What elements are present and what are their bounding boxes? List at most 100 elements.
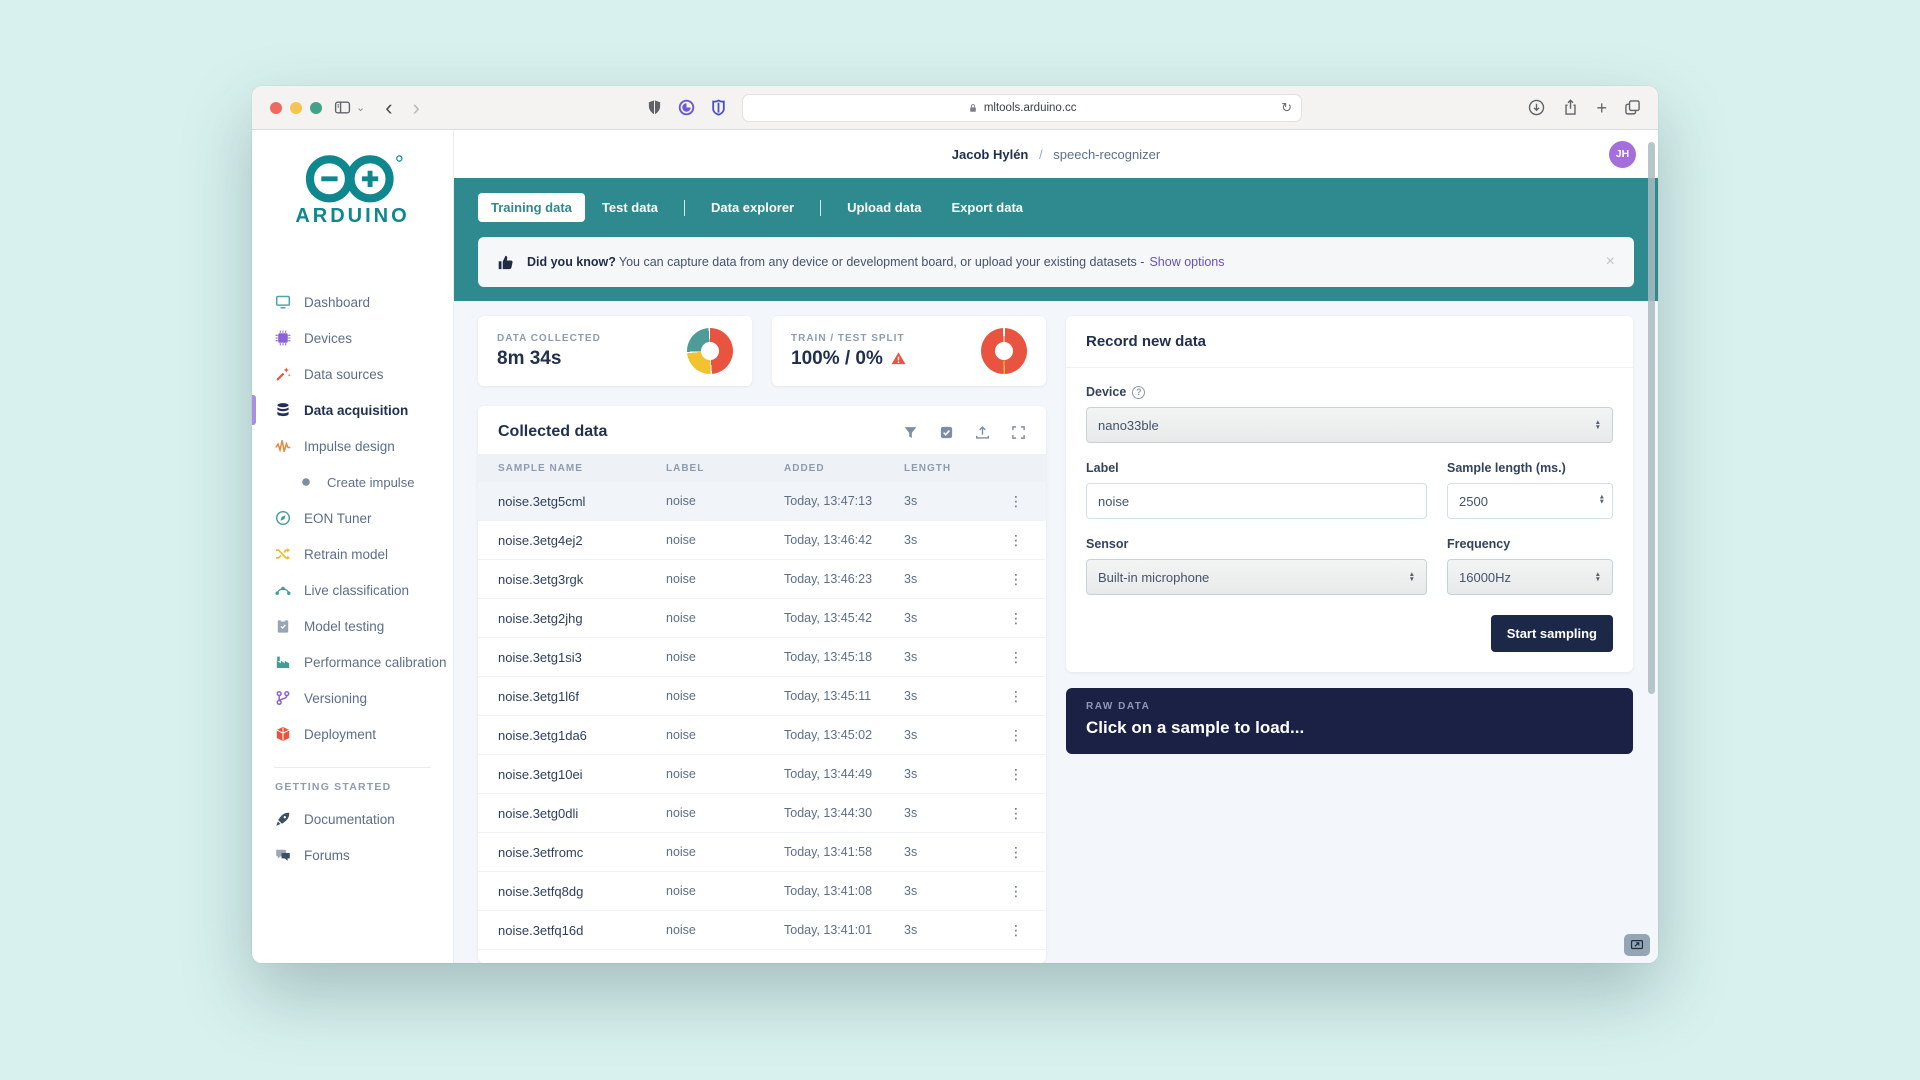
extension-blocker-icon[interactable] [678, 99, 695, 116]
table-row[interactable]: noise.3etg2jhg noise Today, 13:45:42 3s … [478, 599, 1046, 638]
sidebar-item-documentation[interactable]: Documentation [252, 801, 453, 837]
label-input[interactable] [1086, 483, 1427, 519]
sidebar-toggle-icon[interactable] [334, 99, 351, 116]
sidebar-item-live-classification[interactable]: Live classification [252, 572, 453, 608]
start-sampling-button[interactable]: Start sampling [1491, 615, 1613, 652]
privacy-shield-icon[interactable] [646, 99, 663, 116]
row-menu-icon[interactable]: ⋮ [1006, 727, 1026, 744]
row-menu-icon[interactable]: ⋮ [1006, 688, 1026, 705]
expand-icon[interactable] [1011, 425, 1026, 440]
compass-icon [275, 510, 291, 526]
table-row[interactable]: noise.3etg5cml noise Today, 13:47:13 3s … [478, 482, 1046, 521]
sidebar-item-create-impulse[interactable]: Create impulse [252, 464, 453, 500]
select-icon[interactable] [939, 425, 954, 440]
stats-row: DATA COLLECTED 8m 34s TRAIN / TEST SPLIT… [478, 316, 1046, 386]
feedback-widget-button[interactable] [1624, 934, 1650, 956]
sidebar-item-label: Performance calibration [304, 655, 447, 670]
lock-icon [968, 103, 978, 113]
sidebar-item-label: Data acquisition [304, 403, 408, 418]
sidebar-item-label: Live classification [304, 583, 409, 598]
table-row[interactable]: noise.3etg0dli noise Today, 13:44:30 3s … [478, 794, 1046, 833]
sensor-select[interactable]: Built-in microphone ▲▼ [1086, 559, 1427, 595]
sidebar-item-dashboard[interactable]: Dashboard [252, 284, 453, 320]
stat-card: DATA COLLECTED 8m 34s [478, 316, 752, 386]
row-menu-icon[interactable]: ⋮ [1006, 844, 1026, 861]
table-row[interactable]: noise.3etg1l6f noise Today, 13:45:11 3s … [478, 677, 1046, 716]
new-tab-icon[interactable]: + [1596, 99, 1607, 117]
table-row[interactable]: noise.3etg3rgk noise Today, 13:46:23 3s … [478, 560, 1046, 599]
sidebar-item-versioning[interactable]: Versioning [252, 680, 453, 716]
row-menu-icon[interactable]: ⋮ [1006, 805, 1026, 822]
getting-started-label: GETTING STARTED [252, 781, 453, 793]
downloads-icon[interactable] [1528, 99, 1545, 116]
table-row[interactable]: noise.3etfromc noise Today, 13:41:58 3s … [478, 833, 1046, 872]
cell-added: Today, 13:46:42 [784, 533, 904, 547]
cell-length: 3s [904, 923, 1000, 937]
share-icon[interactable] [1562, 99, 1579, 116]
cell-label: noise [666, 767, 784, 781]
sidebar-item-model-testing[interactable]: Model testing [252, 608, 453, 644]
sidebar-item-impulse-design[interactable]: Impulse design [252, 428, 453, 464]
device-select[interactable]: nano33ble ▲▼ [1086, 407, 1613, 443]
stepper-icon[interactable]: ▲▼ [1599, 494, 1605, 505]
sidebar-item-forums[interactable]: Forums [252, 837, 453, 873]
sidebar-item-performance-calibration[interactable]: Performance calibration [252, 644, 453, 680]
chevron-down-icon[interactable]: ⌄ [356, 101, 365, 114]
help-icon[interactable]: ? [1132, 386, 1145, 399]
row-menu-icon[interactable]: ⋮ [1006, 766, 1026, 783]
breadcrumb-user[interactable]: Jacob Hylén [952, 147, 1029, 162]
row-menu-icon[interactable]: ⋮ [1006, 649, 1026, 666]
sidebar-item-eon-tuner[interactable]: EON Tuner [252, 500, 453, 536]
row-menu-icon[interactable]: ⋮ [1006, 571, 1026, 588]
extension-shield-icon[interactable] [710, 99, 727, 116]
close-window-button[interactable] [270, 102, 282, 114]
tab-data-explorer[interactable]: Data explorer [698, 193, 807, 222]
arduino-logo[interactable]: ARDUINO [252, 152, 453, 228]
row-menu-icon[interactable]: ⋮ [1006, 610, 1026, 627]
breadcrumb-separator: / [1039, 147, 1043, 162]
tab-test-data[interactable]: Test data [589, 193, 671, 222]
avatar[interactable]: JH [1609, 141, 1636, 168]
tab-upload-data[interactable]: Upload data [834, 193, 934, 222]
tab-overview-icon[interactable] [1624, 99, 1641, 116]
tab-export-data[interactable]: Export data [939, 193, 1037, 222]
cell-added: Today, 13:46:23 [784, 572, 904, 586]
sidebar-item-label: Deployment [304, 727, 376, 742]
table-row[interactable]: noise.3etg1si3 noise Today, 13:45:18 3s … [478, 638, 1046, 677]
table-row[interactable]: noise.3etg1da6 noise Today, 13:45:02 3s … [478, 716, 1046, 755]
address-bar[interactable]: mltools.arduino.cc ↻ [742, 94, 1302, 122]
sidebar-item-data-sources[interactable]: Data sources [252, 356, 453, 392]
frequency-select[interactable]: 16000Hz ▲▼ [1447, 559, 1613, 595]
back-button[interactable]: ‹ [385, 97, 392, 119]
select-arrows-icon: ▲▼ [1595, 572, 1601, 583]
sidebar-item-retrain-model[interactable]: Retrain model [252, 536, 453, 572]
tab-training-data[interactable]: Training data [478, 193, 585, 222]
table-row[interactable]: noise.3etg4ej2 noise Today, 13:46:42 3s … [478, 521, 1046, 560]
forward-button[interactable]: › [413, 97, 420, 119]
table-row[interactable]: noise.3etg10ei noise Today, 13:44:49 3s … [478, 755, 1046, 794]
chat-icon [275, 847, 291, 863]
sidebar-item-devices[interactable]: Devices [252, 320, 453, 356]
raw-data-panel: RAW DATA Click on a sample to load... [1066, 688, 1633, 754]
close-icon[interactable]: × [1606, 253, 1615, 271]
table-header-row: SAMPLE NAMELABELADDEDLENGTH [478, 454, 1046, 482]
sidebar-item-deployment[interactable]: Deployment [252, 716, 453, 752]
reload-icon[interactable]: ↻ [1281, 100, 1292, 116]
show-options-link[interactable]: Show options [1149, 255, 1224, 269]
table-row[interactable]: noise.3etfq16d noise Today, 13:41:01 3s … [478, 911, 1046, 950]
upload-icon[interactable] [975, 425, 990, 440]
row-menu-icon[interactable]: ⋮ [1006, 493, 1026, 510]
row-menu-icon[interactable]: ⋮ [1006, 922, 1026, 939]
scrollbar[interactable] [1648, 142, 1655, 694]
dot-icon [298, 474, 314, 490]
minimize-window-button[interactable] [290, 102, 302, 114]
sample-length-input[interactable] [1447, 483, 1613, 519]
cell-added: Today, 13:45:02 [784, 728, 904, 742]
sidebar-item-data-acquisition[interactable]: Data acquisition [252, 392, 453, 428]
row-menu-icon[interactable]: ⋮ [1006, 883, 1026, 900]
row-menu-icon[interactable]: ⋮ [1006, 532, 1026, 549]
table-row[interactable]: noise.3etfq8dg noise Today, 13:41:08 3s … [478, 872, 1046, 911]
filter-icon[interactable] [903, 425, 918, 440]
zoom-window-button[interactable] [310, 102, 322, 114]
column-header: LENGTH [904, 463, 1000, 474]
